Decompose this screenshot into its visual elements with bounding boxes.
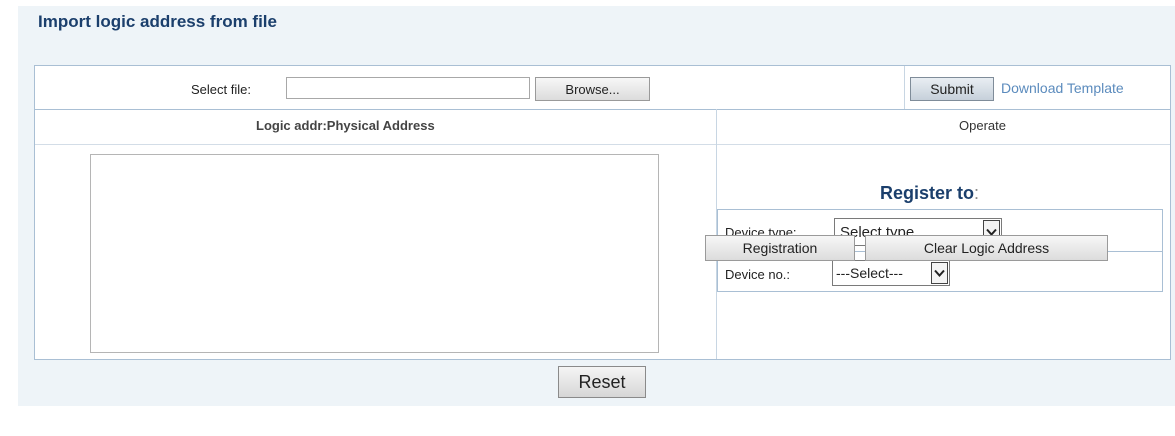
select-file-label: Select file: (191, 82, 251, 97)
column-header-operate: Operate (959, 118, 1006, 133)
divider (904, 66, 905, 109)
column-header-address: Logic addr:Physical Address (256, 118, 435, 133)
register-to-text: Register to (880, 183, 975, 203)
download-template-link[interactable]: Download Template (1001, 80, 1124, 96)
divider (35, 109, 1170, 110)
registration-button[interactable]: Registration (705, 235, 855, 261)
submit-button[interactable]: Submit (910, 77, 994, 101)
logic-address-textarea[interactable] (90, 154, 659, 353)
file-path-input[interactable] (286, 77, 530, 99)
browse-button[interactable]: Browse... (535, 77, 650, 101)
device-no-value: ---Select--- (836, 265, 903, 281)
reset-button[interactable]: Reset (558, 366, 646, 398)
page-title: Import logic address from file (38, 12, 277, 31)
import-form-frame: Select file: Browse... Submit Download T… (34, 65, 1171, 360)
chevron-down-icon[interactable] (931, 262, 948, 284)
device-no-label: Device no.: (725, 267, 791, 282)
register-to-colon: : (974, 183, 980, 203)
divider (35, 144, 1170, 145)
clear-logic-address-button[interactable]: Clear Logic Address (865, 235, 1108, 261)
register-to-heading: Register to: (880, 183, 979, 204)
device-no-select[interactable]: ---Select--- (832, 260, 950, 286)
